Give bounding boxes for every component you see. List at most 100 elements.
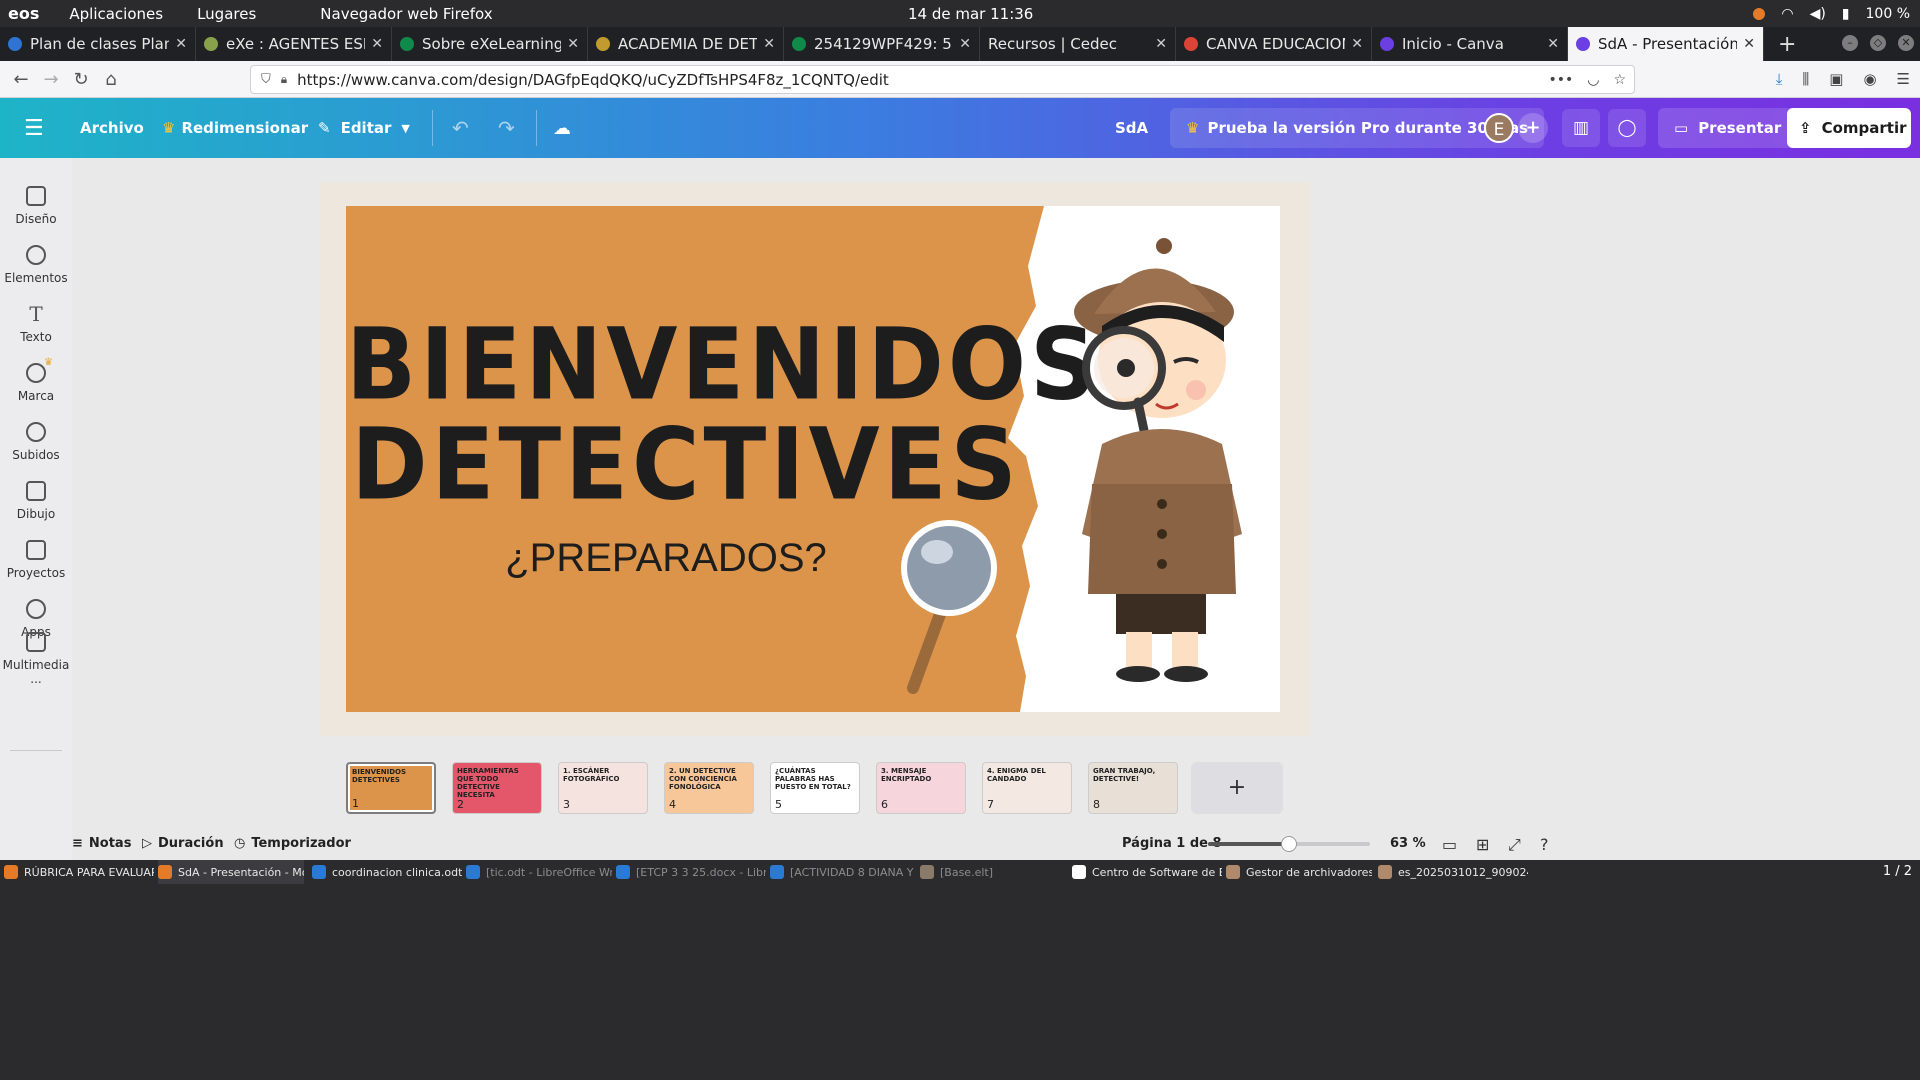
tab-close-icon[interactable]: ✕ <box>1743 36 1755 52</box>
cloud-save-icon[interactable]: ☁ <box>553 118 571 139</box>
downloads-icon[interactable]: ⤓ <box>1776 70 1783 88</box>
thumbnail-page[interactable]: 3. MENSAJE ENCRIPTADO 6 <box>876 762 966 814</box>
add-page-button[interactable]: + <box>1191 762 1283 814</box>
avatar[interactable]: E <box>1484 113 1514 143</box>
magnifying-glass-illustration[interactable] <box>891 516 1001 696</box>
taskbar-item[interactable]: RÚBRICA PARA EVALUAR U... <box>4 860 154 884</box>
notification-icon[interactable] <box>1753 7 1766 20</box>
tab-close-icon[interactable]: ✕ <box>959 36 971 52</box>
slide-title-line1[interactable]: BIENVENIDOS <box>346 307 1096 423</box>
fullscreen-icon[interactable]: ⤢ <box>1508 835 1521 855</box>
back-icon[interactable]: ← <box>6 69 36 90</box>
url-field[interactable]: ⛉ 🔒︎ https://www.canva.com/design/DAGfpE… <box>250 65 1635 94</box>
redo-icon[interactable]: ↷ <box>498 116 515 140</box>
tab-close-icon[interactable]: ✕ <box>567 36 579 52</box>
sidebar-item-marca[interactable]: ♛ Marca <box>0 357 72 403</box>
workspace-indicator[interactable]: 1 / 2 <box>1883 864 1912 879</box>
zoom-slider-handle[interactable] <box>1281 836 1297 852</box>
taskbar-item[interactable]: Gestor de archivadores <box>1226 860 1372 884</box>
os-menu-lugares[interactable]: Lugares <box>197 5 256 23</box>
insights-icon[interactable]: ▥ <box>1562 109 1600 147</box>
duration-button[interactable]: ▷ Duración <box>142 836 224 851</box>
thumbnail-page[interactable]: HERRAMIENTAS QUE TODO DETECTIVE NECESITA… <box>452 762 542 814</box>
browser-tab[interactable]: Sobre eXeLearning: ✕ <box>392 27 588 61</box>
taskbar-item[interactable]: [ETCP 3 3 25.docx - LibreO... <box>616 860 766 884</box>
shield-icon[interactable]: ⛉ <box>261 72 271 87</box>
page-view-icon[interactable]: ▭ <box>1442 835 1457 854</box>
thumbnail-page[interactable]: ¿CUÁNTAS PALABRAS HAS PUESTO EN TOTAL? 5 <box>770 762 860 814</box>
share-button[interactable]: ⇪ Compartir <box>1787 108 1911 148</box>
sidebar-item-multimedia[interactable]: Multimedia ... <box>0 632 72 686</box>
sidebar-icon[interactable]: ▣ <box>1829 70 1843 88</box>
tab-close-icon[interactable]: ✕ <box>1155 36 1167 52</box>
taskbar-item[interactable]: [ACTIVIDAD 8 DIANA Y RU... <box>770 860 916 884</box>
bookmark-star-icon[interactable]: ☆ <box>1613 72 1626 88</box>
page-actions-icon[interactable]: ••• <box>1548 72 1573 88</box>
archivo-menu[interactable]: Archivo <box>80 119 144 137</box>
account-icon[interactable]: ◉ <box>1863 70 1876 88</box>
document-title[interactable]: SdA <box>1115 119 1148 137</box>
taskbar-item[interactable]: [Base.elt] <box>920 860 1066 884</box>
volume-icon[interactable]: ◀) <box>1810 6 1826 22</box>
reload-icon[interactable]: ↻ <box>66 69 96 90</box>
os-logo[interactable]: eos <box>8 4 39 23</box>
sidebar-item-texto[interactable]: T Texto <box>0 304 72 344</box>
thumbnail-page[interactable]: GRAN TRABAJO, DETECTIVE! 8 <box>1088 762 1178 814</box>
taskbar-item[interactable]: es_2025031012_9090249-... <box>1378 860 1528 884</box>
os-menu-aplicaciones[interactable]: Aplicaciones <box>69 5 163 23</box>
sidebar-item-diseno[interactable]: Diseño <box>0 186 72 226</box>
zoom-slider[interactable] <box>1208 836 1370 852</box>
browser-tab[interactable]: Plan de clases Planif ✕ <box>0 27 196 61</box>
tab-close-icon[interactable]: ✕ <box>763 36 775 52</box>
browser-tab[interactable]: CANVA EDUCACION ✕ <box>1176 27 1372 61</box>
thumbnail-page[interactable]: 1. ESCÁNER FOTOGRÁFICO 3 <box>558 762 648 814</box>
browser-tab[interactable]: Recursos | Cedec ✕ <box>980 27 1176 61</box>
editar-button[interactable]: ✎ Editar ▼ <box>318 119 410 137</box>
minimize-icon[interactable]: – <box>1842 35 1858 51</box>
home-icon[interactable]: ⌂ <box>96 69 126 90</box>
slide-title-line2[interactable]: DETECTIVES <box>346 407 1026 523</box>
os-clock[interactable]: 14 de mar 11:36 <box>908 5 1033 23</box>
app-menu-icon[interactable]: ☰ <box>1897 70 1910 88</box>
wifi-icon[interactable]: ◠ <box>1781 6 1793 22</box>
pocket-icon[interactable]: ◡ <box>1587 72 1599 88</box>
browser-tab-active[interactable]: SdA - Presentación ✕ <box>1568 27 1764 61</box>
tab-close-icon[interactable]: ✕ <box>175 36 187 52</box>
tab-close-icon[interactable]: ✕ <box>371 36 383 52</box>
slide-subtitle[interactable]: ¿PREPARADOS? <box>346 536 986 581</box>
taskbar-item[interactable]: coordinacion clinica.odt - Li... <box>312 860 462 884</box>
menu-icon[interactable]: ☰ <box>24 116 44 141</box>
thumbnail-page[interactable]: 2. UN DETECTIVE CON CONCIENCIA FONOLÓGIC… <box>664 762 754 814</box>
battery-icon[interactable]: ▮ <box>1842 6 1850 22</box>
restore-icon[interactable]: ◇ <box>1870 35 1886 51</box>
browser-tab[interactable]: 254129WPF429: 5.1 ✕ <box>784 27 980 61</box>
url-text[interactable]: https://www.canva.com/design/DAGfpEqdQKQ… <box>297 71 889 89</box>
library-icon[interactable]: ⫼ <box>1802 70 1809 88</box>
present-button[interactable]: ▭ Presentar <box>1658 108 1798 148</box>
thumbnail-page[interactable]: 4. ENIGMA DEL CANDADO 7 <box>982 762 1072 814</box>
tab-close-icon[interactable]: ✕ <box>1351 36 1363 52</box>
tab-close-icon[interactable]: ✕ <box>1547 36 1559 52</box>
comments-icon[interactable]: ◯ <box>1608 109 1646 147</box>
browser-tab[interactable]: Inicio - Canva ✕ <box>1372 27 1568 61</box>
slide-canvas[interactable]: BIENVENIDOS DETECTIVES ¿PREPARADOS? <box>346 206 1280 712</box>
sidebar-item-subidos[interactable]: Subidos <box>0 422 72 462</box>
browser-tab[interactable]: eXe : AGENTES ESPE ✕ <box>196 27 392 61</box>
help-icon[interactable]: ? <box>1540 835 1549 854</box>
taskbar-item[interactable]: [tic.odt - LibreOffice Writer] <box>466 860 612 884</box>
notes-button[interactable]: ≡ Notas <box>72 836 131 851</box>
close-window-icon[interactable]: ✕ <box>1898 35 1914 51</box>
os-menu-firefox[interactable]: Navegador web Firefox <box>320 5 492 23</box>
detective-illustration[interactable] <box>1046 234 1276 694</box>
sidebar-item-elementos[interactable]: Elementos <box>0 245 72 285</box>
thumbnail-page[interactable]: BIENVENIDOS DETECTIVES 1 <box>346 762 436 814</box>
sidebar-item-proyectos[interactable]: Proyectos <box>0 540 72 580</box>
zoom-level[interactable]: 63 % <box>1390 836 1426 851</box>
taskbar-item[interactable]: Centro de Software de Educ... <box>1072 860 1222 884</box>
redimensionar-button[interactable]: ♛ Redimensionar <box>162 119 308 137</box>
undo-icon[interactable]: ↶ <box>452 116 469 140</box>
browser-tab[interactable]: ACADEMIA DE DETE ✕ <box>588 27 784 61</box>
sidebar-item-dibujo[interactable]: Dibujo <box>0 481 72 521</box>
add-people-icon[interactable]: + <box>1518 113 1548 143</box>
lock-icon[interactable]: 🔒︎ <box>281 72 287 87</box>
